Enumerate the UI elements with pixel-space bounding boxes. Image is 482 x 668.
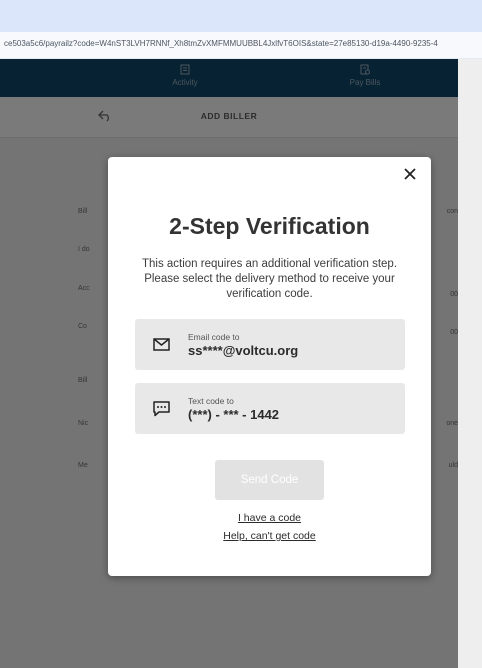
address-bar[interactable]: ce503a5c6/payrailz?code=W4nST3LVH7RNNf_X… — [0, 32, 482, 59]
envelope-icon — [153, 338, 170, 351]
email-option-label: Email code to — [188, 332, 240, 342]
email-option-value: ss****@voltcu.org — [188, 343, 299, 358]
help-link[interactable]: Help, can't get code — [108, 530, 431, 542]
verification-modal: 2-Step Verification This action requires… — [108, 157, 431, 576]
browser-tab-bar — [0, 0, 482, 32]
text-option-label: Text code to — [188, 396, 234, 406]
modal-description: This action requires an additional verif… — [141, 258, 398, 300]
text-delivery-option[interactable]: Text code to (***) - *** - 1442 — [135, 383, 405, 434]
message-icon — [153, 401, 170, 417]
email-delivery-option[interactable]: Email code to ss****@voltcu.org — [135, 319, 405, 370]
text-option-value: (***) - *** - 1442 — [188, 407, 280, 422]
scrollbar-track[interactable] — [458, 59, 482, 668]
send-code-button[interactable]: Send Code — [215, 460, 324, 500]
close-icon[interactable] — [401, 165, 419, 183]
have-code-link[interactable]: I have a code — [108, 512, 431, 524]
modal-title: 2-Step Verification — [169, 213, 370, 239]
url-text: ce503a5c6/payrailz?code=W4nST3LVH7RNNf_X… — [4, 39, 438, 48]
